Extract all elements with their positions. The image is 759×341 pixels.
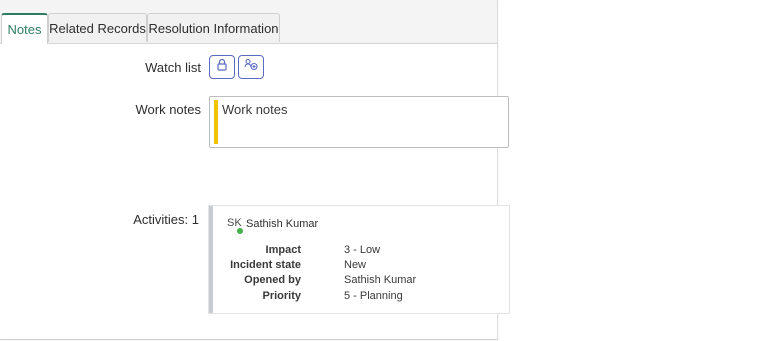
work-notes-field[interactable]: Work notes bbox=[209, 96, 509, 148]
field-key: Priority bbox=[262, 290, 301, 302]
field-value: New bbox=[344, 259, 367, 271]
lock-icon bbox=[216, 58, 228, 76]
presence-indicator bbox=[237, 228, 243, 234]
tab-related-records[interactable]: Related Records bbox=[48, 13, 147, 42]
activity-entry: SK Sathish Kumar Impact 3 - Low Incident… bbox=[209, 206, 509, 313]
watch-list-add-me-button[interactable] bbox=[238, 55, 264, 79]
activity-author: Sathish Kumar bbox=[246, 218, 319, 230]
watch-list-label: Watch list bbox=[145, 60, 201, 75]
field-key: Incident state bbox=[230, 259, 301, 271]
field-value: Sathish Kumar bbox=[344, 274, 417, 286]
tab-resolution-information[interactable]: Resolution Information bbox=[147, 13, 280, 42]
work-notes-label: Work notes bbox=[135, 102, 201, 117]
field-value: 5 - Planning bbox=[344, 290, 403, 302]
tab-notes[interactable]: Notes bbox=[1, 13, 48, 44]
watch-list-lock-button[interactable] bbox=[209, 55, 235, 79]
field-key: Opened by bbox=[244, 274, 301, 286]
field-value: 3 - Low bbox=[344, 244, 381, 256]
tab-related-records-label: Related Records bbox=[49, 20, 146, 36]
activity-field-incident-state: Incident state New bbox=[213, 259, 473, 273]
activity-field-priority: Priority 5 - Planning bbox=[213, 290, 473, 304]
add-user-icon bbox=[244, 58, 258, 76]
notes-form-panel: Notes Related Records Resolution Informa… bbox=[0, 0, 509, 340]
activity-field-opened-by: Opened by Sathish Kumar bbox=[213, 274, 473, 288]
tab-resolution-information-label: Resolution Information bbox=[148, 20, 279, 36]
tab-bar: Notes Related Records Resolution Informa… bbox=[0, 0, 497, 44]
mandatory-indicator-bar bbox=[214, 100, 218, 144]
field-key: Impact bbox=[265, 244, 301, 256]
work-notes-placeholder[interactable]: Work notes bbox=[222, 102, 288, 117]
activity-field-impact: Impact 3 - Low bbox=[213, 244, 473, 258]
tab-notes-label: Notes bbox=[7, 22, 42, 37]
activities-label: Activities: 1 bbox=[133, 212, 199, 227]
